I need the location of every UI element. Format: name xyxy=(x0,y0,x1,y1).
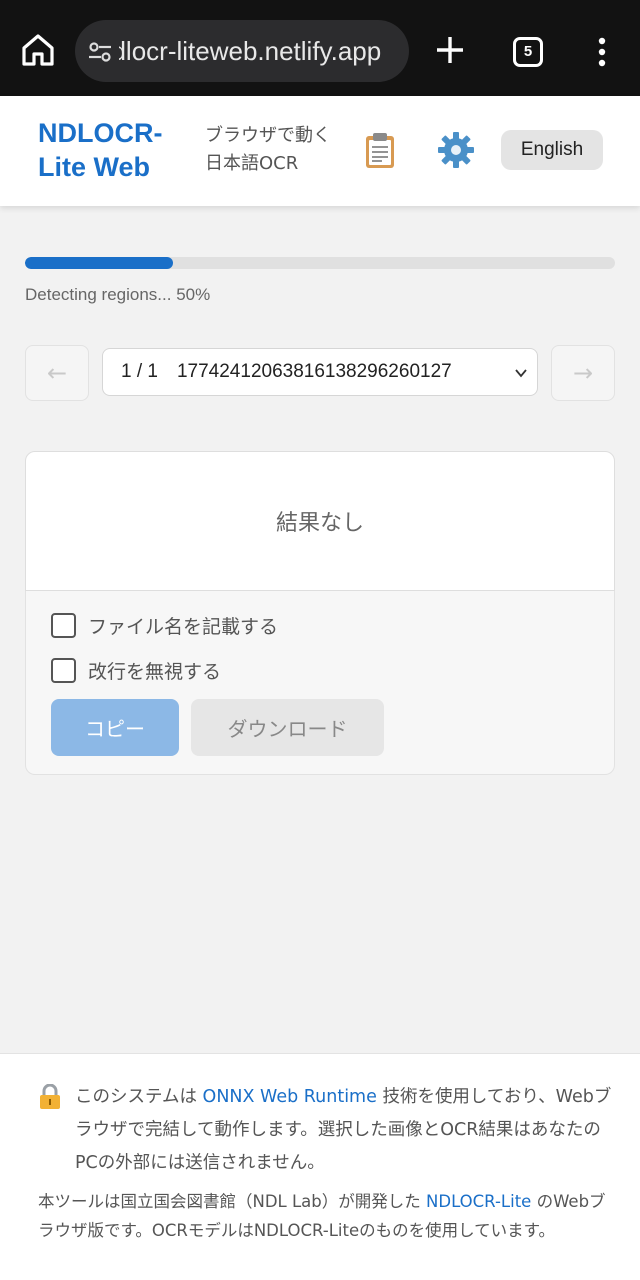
app-tagline: ブラウザで動く 日本語OCR xyxy=(205,122,331,178)
result-empty-text: 結果なし xyxy=(275,511,364,536)
credit-text: 本ツールは国立国会図書館（NDL Lab）が開発した NDLOCR-Lite の… xyxy=(38,1187,608,1245)
ndlocr-lite-link[interactable]: NDLOCR-Lite xyxy=(426,1192,531,1211)
url-text[interactable]: ndlocr-liteweb.netlify.app xyxy=(119,34,403,68)
app-header: NDLOCR- Lite Web ブラウザで動く 日本語OCR English xyxy=(0,96,640,206)
tagline-line2: 日本語OCR xyxy=(205,153,299,174)
home-icon[interactable] xyxy=(18,30,58,70)
result-options: ファイル名を記載する 改行を無視する コピー ダウンロード xyxy=(25,591,615,775)
chevron-down-icon xyxy=(515,369,527,378)
app-title-line1: NDLOCR- xyxy=(38,118,163,148)
more-vertical-icon[interactable] xyxy=(590,36,614,68)
download-button[interactable]: ダウンロード xyxy=(191,699,384,756)
progress-status: Detecting regions... 50% xyxy=(25,285,211,304)
clipboard-icon[interactable] xyxy=(360,130,400,170)
privacy-notice: このシステムは ONNX Web Runtime 技術を使用しており、Webブラ… xyxy=(75,1081,615,1180)
gear-icon[interactable] xyxy=(436,130,476,170)
browser-toolbar: ndlocr-liteweb.netlify.app 5 xyxy=(0,0,640,96)
ignore-newlines-label: 改行を無視する xyxy=(88,660,222,683)
footer: このシステムは ONNX Web Runtime 技術を使用しており、Webブラ… xyxy=(0,1053,640,1280)
address-bar[interactable]: ndlocr-liteweb.netlify.app xyxy=(75,20,409,82)
language-button[interactable]: English xyxy=(501,130,603,170)
notice-prefix: このシステムは xyxy=(75,1087,203,1107)
page-select[interactable]: 1 / 1 17742412063816138296260127 xyxy=(102,348,538,396)
include-filename-option[interactable]: ファイル名を記載する xyxy=(51,610,278,640)
tagline-line1: ブラウザで動く xyxy=(205,125,331,146)
app-title-line2: Lite Web xyxy=(38,152,151,182)
prev-button[interactable]: ← xyxy=(25,345,89,401)
tune-icon[interactable] xyxy=(87,39,113,65)
ignore-newlines-option[interactable]: 改行を無視する xyxy=(51,655,221,685)
app-title: NDLOCR- Lite Web xyxy=(38,116,162,184)
page-select-value: 1 / 1 17742412063816138296260127 xyxy=(121,361,452,382)
progress-fill xyxy=(25,257,173,269)
copy-button[interactable]: コピー xyxy=(51,699,179,756)
result-panel: 結果なし xyxy=(25,451,615,591)
include-filename-checkbox[interactable] xyxy=(51,612,76,638)
lock-icon xyxy=(40,1084,60,1109)
next-button[interactable]: → xyxy=(551,345,615,401)
onnx-link[interactable]: ONNX Web Runtime xyxy=(203,1087,377,1107)
include-filename-label: ファイル名を記載する xyxy=(88,615,279,638)
credit-prefix: 本ツールは国立国会図書館（NDL Lab）が開発した xyxy=(38,1192,427,1211)
tabs-icon[interactable]: 5 xyxy=(513,37,543,67)
plus-icon[interactable] xyxy=(434,34,466,66)
progress-bar xyxy=(25,257,615,269)
ignore-newlines-checkbox[interactable] xyxy=(51,657,76,683)
